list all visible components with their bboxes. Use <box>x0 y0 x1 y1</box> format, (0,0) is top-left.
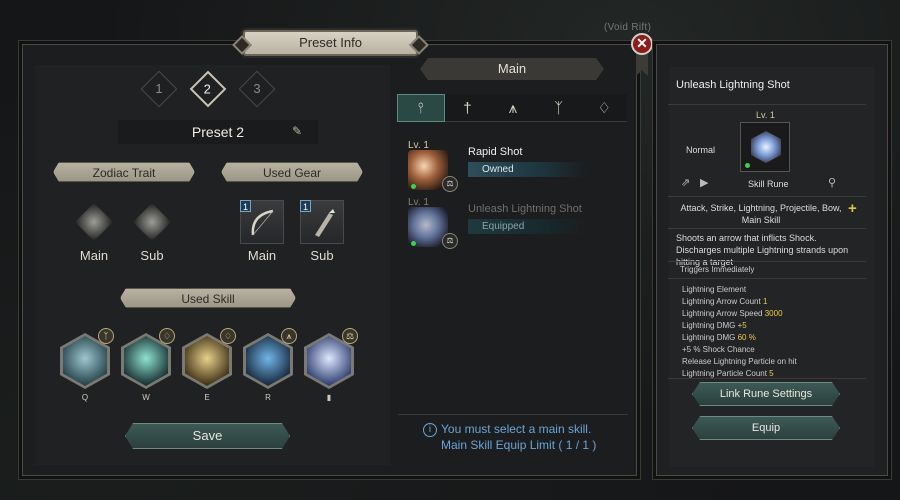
pencil-icon[interactable]: ✎ <box>292 124 302 138</box>
tab-skill-type-3[interactable]: ⩚ <box>490 94 536 122</box>
skill-hotkey-label: R <box>265 393 271 402</box>
active-indicator <box>411 241 416 246</box>
skill-type-badge-icon: ⩚ <box>281 328 297 344</box>
used-skill-icon <box>63 336 107 386</box>
rapid-shot-name: Rapid Shot <box>468 146 523 158</box>
tab-skill-type-4[interactable]: ᛉ <box>536 94 582 122</box>
divider <box>668 278 866 279</box>
video-icon[interactable]: ▶ <box>700 176 708 189</box>
gear-main-slot[interactable]: 1 <box>240 200 284 244</box>
used-skill-icon <box>307 336 351 386</box>
skill-rune-frame[interactable] <box>740 122 790 172</box>
skill-hotkey-label: Q <box>81 393 89 402</box>
stat-line: Release Lightning Particle on hit <box>682 357 797 366</box>
skill-type-badge-icon: ᛉ <box>98 328 114 344</box>
notice-line-1: You must select a main skill. <box>441 422 592 436</box>
unassigned-key-icon: ▮ <box>326 393 332 402</box>
tab-skill-type-1[interactable]: ⫯ <box>397 94 445 122</box>
divider <box>668 378 866 379</box>
zodiac-trait-header: Zodiac Trait <box>53 162 195 182</box>
divider <box>668 228 866 229</box>
detail-level: Lv. 1 <box>756 110 775 120</box>
stat-line: +5 % Shock Chance <box>682 345 755 354</box>
skill-type-badge-icon: ⚖ <box>342 328 358 344</box>
used-skill-icon <box>124 336 168 386</box>
divider <box>668 104 866 105</box>
divider <box>668 261 866 262</box>
stat-line: Lightning DMG +5 <box>682 321 747 330</box>
zodiac-sub-slot[interactable] <box>130 200 174 244</box>
detail-title: Unleash Lightning Shot <box>676 79 790 91</box>
info-icon: i <box>423 423 437 437</box>
used-skill-icon <box>246 336 290 386</box>
unleash-lightning-shot-level: Lv. 1 <box>408 197 429 208</box>
main-skill-notice: i You must select a main skill. Main Ski… <box>398 414 628 462</box>
stat-line: Lightning DMG 60 % <box>682 333 756 342</box>
skill-trigger: Triggers Immediately <box>680 265 755 274</box>
link-rune-settings-button[interactable]: Link Rune Settings <box>692 382 840 406</box>
save-button[interactable]: Save <box>125 423 290 449</box>
skill-select-area <box>396 65 628 465</box>
skill-list-item-unleash-lightning-shot[interactable]: Lv. 1 ⚖ Unleash Lightning Shot Equipped <box>408 197 608 251</box>
zodiac-sub-icon <box>133 203 171 241</box>
used-skill-icon <box>185 336 229 386</box>
unleash-lightning-shot-name: Unleash Lightning Shot <box>468 203 582 215</box>
gear-sub-slot[interactable]: 1 <box>300 200 344 244</box>
skill-rune-label: Skill Rune <box>748 179 789 189</box>
zodiac-sub-label: Sub <box>140 248 164 263</box>
quiver-icon <box>315 209 335 237</box>
skill-tags: Attack, Strike, Lightning, Projectile, B… <box>680 203 842 225</box>
rapid-shot-level: Lv. 1 <box>408 140 429 151</box>
preset-name-field[interactable]: Preset 2 <box>118 120 318 144</box>
equip-button[interactable]: Equip <box>692 416 840 440</box>
main-skill-header: Main <box>420 58 604 80</box>
tab-skill-type-2[interactable]: † <box>445 94 491 122</box>
skill-type-badge-icon: ⚖ <box>442 233 458 249</box>
used-skill-header: Used Skill <box>120 288 296 308</box>
plus-icon[interactable]: + <box>848 200 857 217</box>
skill-stats: Lightning Element Lightning Arrow Count … <box>682 284 862 380</box>
skill-type-tabs: ⫯ † ⩚ ᛉ ♢ <box>397 94 627 122</box>
bow-icon <box>251 209 274 236</box>
gear-sub-label: Sub <box>310 248 334 263</box>
skill-hotkey-label: W <box>142 393 150 402</box>
detail-grade: Normal <box>686 145 716 155</box>
skill-hotkey-label: E <box>204 393 210 402</box>
close-button[interactable]: ✕ <box>631 33 653 55</box>
skill-type-badge-icon: ⚖ <box>442 176 458 192</box>
zodiac-main-label: Main <box>79 248 109 263</box>
background-location-hint: (Void Rift) <box>604 22 652 33</box>
active-indicator <box>745 163 750 168</box>
stat-line: Lightning Element <box>682 285 747 294</box>
skill-list-item-rapid-shot[interactable]: Lv. 1 ⚖ Rapid Shot Owned <box>408 140 608 194</box>
used-gear-header: Used Gear <box>221 162 363 182</box>
skill-rune-icon <box>751 131 781 163</box>
rapid-shot-status: Owned <box>468 162 586 177</box>
gear-main-label: Main <box>247 248 277 263</box>
active-indicator <box>411 184 416 189</box>
notice-line-2: Main Skill Equip Limit ( 1 / 1 ) <box>441 438 597 452</box>
share-icon[interactable]: ⇗ <box>681 176 690 189</box>
tab-skill-type-5[interactable]: ♢ <box>581 94 627 122</box>
skill-description: Shoots an arrow that inflicts Shock. Dis… <box>676 233 849 267</box>
zodiac-main-slot[interactable] <box>72 200 116 244</box>
stat-line: Lightning Arrow Speed 3000 <box>682 309 783 318</box>
stat-line: Lightning Arrow Count 1 <box>682 297 768 306</box>
unleash-lightning-shot-status: Equipped <box>468 219 586 234</box>
panel-title: Preset Info <box>243 30 418 56</box>
skill-type-badge-icon: ♢ <box>220 328 236 344</box>
divider <box>668 196 866 197</box>
skill-type-badge-icon: ♢ <box>159 328 175 344</box>
zodiac-main-icon <box>75 203 113 241</box>
magnify-icon[interactable]: ⚲ <box>828 176 836 189</box>
